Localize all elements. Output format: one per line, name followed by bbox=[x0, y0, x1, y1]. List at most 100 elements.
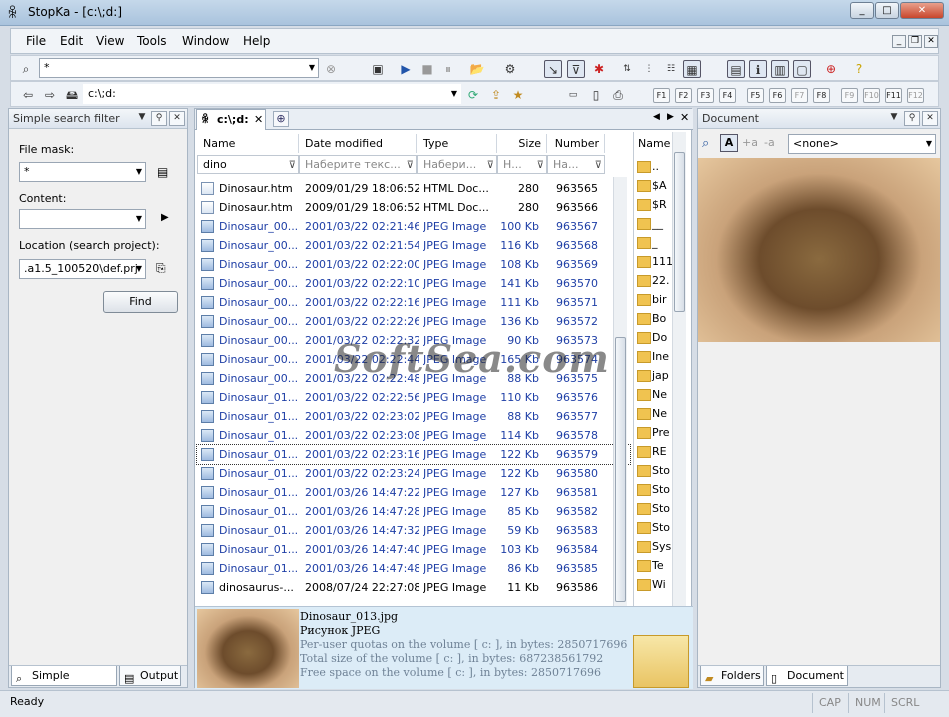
folder-item[interactable]: __ bbox=[636, 214, 672, 233]
table-row[interactable]: Dinosaur_01... 2001/03/26 14:47:22 JPEG Im… bbox=[197, 483, 630, 502]
target-icon[interactable]: ⊕ bbox=[822, 60, 840, 78]
panel-document-icon[interactable]: ▢ bbox=[793, 60, 811, 78]
f2-key[interactable]: F2 bbox=[675, 88, 692, 103]
font-smaller-icon[interactable]: -a bbox=[764, 136, 775, 149]
f8-key[interactable]: F8 bbox=[813, 88, 830, 103]
chevron-down-icon[interactable]: ▼ bbox=[136, 163, 142, 181]
filter-icon[interactable]: ⊽ bbox=[407, 157, 414, 174]
folder-item[interactable]: RE bbox=[636, 442, 672, 461]
f4-key[interactable]: F4 bbox=[719, 88, 736, 103]
f3-key[interactable]: F3 bbox=[697, 88, 714, 103]
favorites-icon[interactable]: ★ bbox=[509, 86, 527, 104]
folder-item[interactable]: Wi bbox=[636, 575, 672, 594]
asterisk-icon[interactable]: ✱ bbox=[590, 60, 608, 78]
table-row[interactable]: Dinosaur_00... 2001/03/22 02:21:54 JPEG Im… bbox=[197, 236, 630, 255]
table-row[interactable]: Dinosaur_01... 2001/03/22 02:23:16 JPEG Im… bbox=[196, 444, 631, 465]
filter-date-input[interactable]: Наберите текс... ⊽ bbox=[299, 155, 417, 174]
table-row[interactable]: Dinosaur_01... 2001/03/22 02:23:24 JPEG Im… bbox=[197, 464, 630, 483]
table-row[interactable]: Dinosaur_00... 2001/03/22 02:21:46 JPEG Im… bbox=[197, 217, 630, 236]
column-type[interactable]: Type bbox=[417, 134, 497, 153]
table-row[interactable]: Dinosaur_01... 2001/03/22 02:23:02 JPEG Im… bbox=[197, 407, 630, 426]
zoom-icon[interactable]: ⌕ bbox=[702, 136, 709, 151]
browse-project-icon[interactable]: ⎘ bbox=[156, 261, 166, 276]
chevron-down-icon[interactable]: ▼ bbox=[926, 135, 932, 153]
f1-key[interactable]: F1 bbox=[653, 88, 670, 103]
filter-name-input[interactable]: dino ⊽ bbox=[197, 155, 299, 174]
table-row[interactable]: Dinosaur_00... 2001/03/22 02:22:00 JPEG Im… bbox=[197, 255, 630, 274]
arrow-tool-icon[interactable]: ↘ bbox=[544, 60, 562, 78]
mdi-minimize-icon[interactable]: _ bbox=[892, 35, 906, 48]
open-folder-icon[interactable]: 📂 bbox=[468, 60, 486, 78]
content-combo[interactable]: ▼ bbox=[19, 209, 146, 229]
refresh-icon[interactable]: ⟳ bbox=[464, 86, 482, 104]
back-icon[interactable]: ⇦ bbox=[19, 86, 37, 104]
close-icon[interactable]: ✕ bbox=[680, 111, 689, 124]
properties-icon[interactable]: ▣ bbox=[369, 60, 387, 78]
tab-folders[interactable]: ▰ Folders bbox=[700, 666, 764, 686]
f10-key[interactable]: F10 bbox=[863, 88, 880, 103]
table-row[interactable]: Dinosaur.htm 2009/01/29 18:06:52 HTML Doc.… bbox=[197, 198, 630, 217]
chevron-down-icon[interactable]: ▼ bbox=[136, 260, 142, 278]
mdi-restore-icon[interactable]: ❐ bbox=[908, 35, 922, 48]
chevron-down-icon[interactable]: ▼ bbox=[451, 85, 457, 103]
text-mode-icon[interactable]: A bbox=[720, 134, 738, 152]
folder-item[interactable]: jap bbox=[636, 366, 672, 385]
new-tab-icon[interactable]: ⊕ bbox=[273, 111, 289, 127]
f7-key[interactable]: F7 bbox=[791, 88, 808, 103]
chevron-down-icon[interactable]: ▼ bbox=[886, 111, 902, 126]
folder-item[interactable]: Sto bbox=[636, 480, 672, 499]
font-larger-icon[interactable]: +a bbox=[742, 136, 758, 149]
notes-icon[interactable]: ▯ bbox=[587, 86, 605, 104]
encoding-combo[interactable]: <none> ▼ bbox=[788, 134, 936, 154]
location-combo[interactable]: .a1.5_100520\def.prj ▼ bbox=[19, 259, 146, 279]
menu-view[interactable]: View bbox=[96, 34, 124, 48]
close-button[interactable]: ✕ bbox=[900, 2, 944, 19]
filter-number-input[interactable]: На... ⊽ bbox=[547, 155, 605, 174]
print-icon[interactable]: ⎙ bbox=[609, 86, 627, 104]
table-row[interactable]: Dinosaur_01... 2001/03/22 02:22:56 JPEG Im… bbox=[197, 388, 630, 407]
folders-scrollbar[interactable] bbox=[672, 132, 686, 606]
forward-icon[interactable]: ⇨ bbox=[41, 86, 59, 104]
folder-item[interactable]: 111 bbox=[636, 252, 672, 271]
table-row[interactable]: dinosaurus-... 2008/07/24 22:27:08 JPEG Im… bbox=[197, 578, 630, 597]
table-row[interactable]: Dinosaur_01... 2001/03/26 14:47:40 JPEG Im… bbox=[197, 540, 630, 559]
menu-edit[interactable]: Edit bbox=[60, 34, 83, 48]
maximize-button[interactable]: □ bbox=[875, 2, 899, 19]
close-tab-icon[interactable]: ✕ bbox=[254, 110, 263, 130]
group-icon[interactable]: ☷ bbox=[662, 60, 680, 78]
tab-search-results[interactable]: ꆜ c:\;d: ✕ bbox=[196, 109, 266, 130]
table-row[interactable]: Dinosaur_00... 2001/03/22 02:22:26 JPEG Im… bbox=[197, 312, 630, 331]
scrollbar-thumb[interactable] bbox=[674, 152, 685, 312]
folder-item[interactable]: Ne bbox=[636, 404, 672, 423]
find-button[interactable]: Find bbox=[103, 291, 178, 313]
play-icon[interactable]: ▶ bbox=[161, 212, 169, 223]
table-row[interactable]: Dinosaur.htm 2009/01/29 18:06:52 HTML Doc.… bbox=[197, 179, 630, 198]
panel-left-icon[interactable]: ▤ bbox=[727, 60, 745, 78]
menu-tools[interactable]: Tools bbox=[137, 34, 167, 48]
menu-help[interactable]: Help bbox=[243, 34, 270, 48]
tab-left-icon[interactable]: ◀ bbox=[653, 112, 660, 122]
pin-icon[interactable]: ⚲ bbox=[151, 111, 167, 126]
f5-key[interactable]: F5 bbox=[747, 88, 764, 103]
panel-info-icon[interactable]: ℹ bbox=[749, 60, 767, 78]
column-name[interactable]: Name bbox=[197, 134, 299, 153]
path-combo[interactable]: c:\;d: ▼ bbox=[83, 84, 461, 104]
column-number[interactable]: Number bbox=[547, 134, 605, 153]
pause-icon[interactable]: ⏸ bbox=[439, 60, 457, 78]
tab-document[interactable]: ▯ Document bbox=[766, 666, 848, 686]
table-row[interactable]: Dinosaur_01... 2001/03/26 14:47:48 JPEG Im… bbox=[197, 559, 630, 578]
f11-key[interactable]: F11 bbox=[885, 88, 902, 103]
tab-simple-search[interactable]: ⌕ Simple search... bbox=[11, 666, 117, 701]
folder-item[interactable]: Ine bbox=[636, 347, 672, 366]
folder-item[interactable]: Te bbox=[636, 556, 672, 575]
tab-output[interactable]: ▤ Output bbox=[119, 666, 181, 686]
chevron-down-icon[interactable]: ▼ bbox=[309, 59, 315, 77]
folder-item[interactable]: Do bbox=[636, 328, 672, 347]
table-row[interactable]: Dinosaur_01... 2001/03/26 14:47:32 JPEG Im… bbox=[197, 521, 630, 540]
clear-icon[interactable]: ⊗ bbox=[322, 60, 340, 78]
close-icon[interactable]: ✕ bbox=[169, 111, 185, 126]
stop-icon[interactable]: ■ bbox=[418, 60, 436, 78]
filter-icon[interactable]: ⊽ bbox=[595, 157, 602, 174]
folder-item[interactable]: Sto bbox=[636, 499, 672, 518]
file-list-scrollbar[interactable] bbox=[613, 177, 627, 606]
